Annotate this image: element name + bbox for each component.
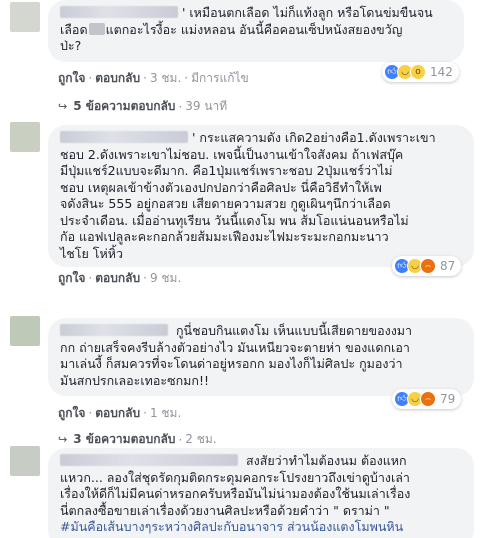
comment-text-line: เลือด bbox=[60, 21, 88, 37]
comment-text-line: ชอบ เหตุผลเข้าข้างตัวเองปกปอกว่าคือศิลปะ… bbox=[60, 179, 382, 195]
avatar[interactable] bbox=[10, 2, 40, 32]
hashtag-line[interactable]: #มันคือเส้นบางๆระหว่างศิลปะกับอนาจาร ส่ว… bbox=[60, 519, 462, 536]
comment-text-line: กูนี่ชอบกินแตงโม เห็นแบบนี้เสียดายของงมา bbox=[172, 323, 413, 338]
author-name-redacted[interactable] bbox=[60, 6, 178, 18]
author-name-redacted[interactable] bbox=[60, 131, 188, 143]
comment-bubble: กูนี่ชอบกินแตงโม เห็นแบบนี้เสียดายของงมา… bbox=[48, 318, 474, 396]
comment-actions: ถูกใจ · ตอบกลับ · 3 ชม. · มีการแก้ไข bbox=[58, 71, 249, 85]
like-link[interactable]: ถูกใจ bbox=[58, 271, 85, 285]
comment-text-line: จดังสินะ 555 อยู่กอสวย เสียดายความสวย กู… bbox=[60, 196, 391, 211]
wow-reaction-icon: o bbox=[410, 64, 426, 80]
comment-thread: ' เหมือนตกเลือด ไม่ก็แท้งลูก หรือโดนข่มข… bbox=[0, 0, 480, 538]
reply-link[interactable]: ตอบกลับ bbox=[95, 271, 140, 285]
angry-reaction-icon: ⌢ bbox=[420, 258, 436, 274]
comment-text-line: แตกอะไรงี้อะ แม่งหลอน อันนี้คือคอนเซ็ปหน… bbox=[105, 21, 403, 37]
comment-text-line: มีปุ่มแชร์2แบบจะดีมาก. คือ1ปุ่มแชร์เพราะ… bbox=[60, 163, 393, 178]
reply-link[interactable]: ตอบกลับ bbox=[95, 71, 140, 85]
comment-text-line: มันสกปรกเลอะเทอะซกมก!! bbox=[60, 372, 209, 388]
comment-text-line: กก ถ่ายเสร็จคงรีบล้างตัวอย่างไว มันเหนีย… bbox=[60, 339, 410, 355]
reaction-count: 142 bbox=[430, 65, 453, 79]
comment-text-line: มาเล่นงี้ ก็สมควรที่จะโดนด่าอยู่หรอกก มอ… bbox=[60, 356, 403, 371]
comment-text-line: สงสัยว่าทำไมต้องนม ต้องแหก bbox=[242, 453, 407, 468]
author-name-redacted[interactable] bbox=[60, 454, 238, 466]
comment-bubble: ' เหมือนตกเลือด ไม่ก็แท้งลูก หรือโดนข่มข… bbox=[48, 0, 464, 62]
replies-time: 2 ชม. bbox=[185, 432, 217, 446]
comment-text-line: ชอบ 2.ดังเพราะเขาไม่ชอบ. เพจนี้เป็นงานเข… bbox=[60, 146, 404, 162]
edited-label[interactable]: มีการแก้ไข bbox=[191, 71, 249, 85]
timestamp[interactable]: 3 ชม. bbox=[150, 71, 181, 85]
comment-text-line: เรื่องให้ดีก็ไม่มีคนด่าหรอกครับหรือมันไม… bbox=[60, 486, 411, 501]
comment-text-line: ประจำเดือน. เมื่ออ่านทุเรียน วันนี้แดงโม… bbox=[60, 212, 409, 228]
reply-arrow-icon: ↪ bbox=[58, 100, 68, 113]
comment-actions: ถูกใจ · ตอบกลับ · 9 ชม. bbox=[58, 271, 182, 285]
reply-arrow-icon: ↪ bbox=[58, 433, 68, 446]
view-replies[interactable]: ↪ 5 ข้อความตอบกลับ · 39 นาที bbox=[58, 97, 227, 116]
comment-text-line: ' กระแสความดัง เกิด2อย่างคือ1.ดังเพราะเข… bbox=[192, 130, 436, 145]
comment-text-line: นี่ตกลงซื้อขายเล่าเรื่องด้วยงานศิลปะหรือ… bbox=[60, 502, 390, 518]
reaction-summary[interactable]: 👍︎ ◡ ⌢ 79 bbox=[392, 389, 462, 409]
angry-reaction-icon: ⌢ bbox=[420, 391, 436, 407]
comment-bubble: ' กระแสความดัง เกิด2อย่างคือ1.ดังเพราะเข… bbox=[48, 125, 474, 267]
reaction-summary[interactable]: 👍︎ ◡ ⌢ 87 bbox=[392, 256, 462, 276]
avatar[interactable] bbox=[10, 122, 40, 152]
view-replies[interactable]: ↪ 3 ข้อความตอบกลับ · 2 ชม. bbox=[58, 430, 217, 449]
replies-label[interactable]: 3 ข้อความตอบกลับ bbox=[73, 430, 175, 449]
comment-text-line: ' เหมือนตกเลือด ไม่ก็แท้งลูก หรือโดนข่มข… bbox=[182, 5, 433, 20]
avatar[interactable] bbox=[10, 316, 40, 346]
reaction-count: 87 bbox=[440, 259, 456, 273]
replies-time: 39 นาที bbox=[185, 99, 228, 113]
reply-link[interactable]: ตอบกลับ bbox=[95, 406, 140, 420]
comment-bubble: สงสัยว่าทำไมต้องนม ต้องแหก แหวก... ลองใส… bbox=[48, 448, 474, 538]
comment-actions: ถูกใจ · ตอบกลับ · 1 ชม. bbox=[58, 406, 182, 420]
like-link[interactable]: ถูกใจ bbox=[58, 71, 85, 85]
redacted-word bbox=[88, 22, 105, 35]
reaction-summary[interactable]: 👍︎ ◡ o 142 bbox=[382, 62, 459, 82]
timestamp[interactable]: 1 ชม. bbox=[150, 406, 181, 420]
comment-text-line: แหวก... ลองใส่ชุดรัดกุมติดกระดุมคอกระโปร… bbox=[60, 469, 410, 485]
replies-label[interactable]: 5 ข้อความตอบกลับ bbox=[73, 97, 175, 116]
reaction-count: 79 bbox=[440, 392, 456, 406]
comment-text-line: ป่ะ? bbox=[60, 38, 82, 53]
timestamp[interactable]: 9 ชม. bbox=[150, 271, 181, 285]
author-name-redacted[interactable] bbox=[60, 324, 168, 336]
comment-text-line: กัอ แอฟเปลูละคะกอกล้วยส้มมะเฟืองมะไฟมะระ… bbox=[60, 229, 389, 244]
like-link[interactable]: ถูกใจ bbox=[58, 406, 85, 420]
avatar[interactable] bbox=[10, 446, 40, 476]
